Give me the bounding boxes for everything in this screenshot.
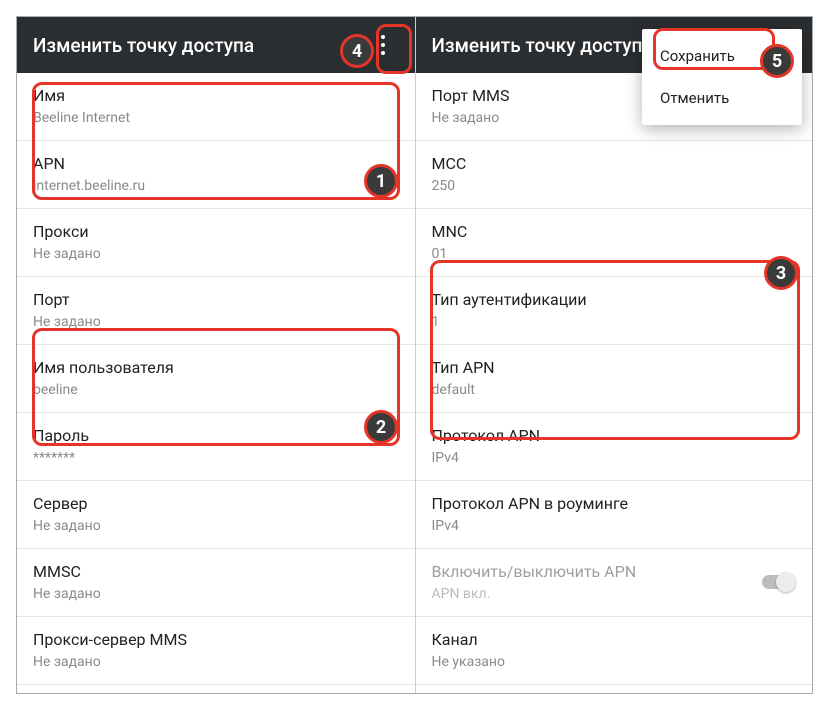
- settings-list-left: Имя Beeline Internet APN internet.beelin…: [17, 73, 415, 693]
- row-apn-roaming-protocol[interactable]: Протокол APN в роуминге IPv4: [416, 481, 813, 549]
- row-auth-type[interactable]: Тип аутентификации 1: [416, 277, 813, 345]
- row-channel[interactable]: Канал Не указано: [416, 617, 813, 685]
- row-username[interactable]: Имя пользователя beeline: [17, 345, 415, 413]
- row-mms-port[interactable]: Порт MMS Не задано: [17, 685, 415, 693]
- row-apn-type[interactable]: Тип APN default: [416, 345, 813, 413]
- callout-3-badge: 3: [764, 256, 798, 290]
- apn-enable-switch: [762, 575, 796, 589]
- callout-5-badge: 5: [760, 44, 794, 78]
- row-proxy[interactable]: Прокси Не задано: [17, 209, 415, 277]
- row-port[interactable]: Порт Не задано: [17, 277, 415, 345]
- row-mnc[interactable]: MNC 01: [416, 209, 813, 277]
- more-vert-icon: [381, 33, 385, 57]
- row-name[interactable]: Имя Beeline Internet: [17, 73, 415, 141]
- left-screen: Изменить точку доступа Имя Beeline Inter…: [17, 17, 415, 693]
- row-mmsc[interactable]: MMSC Не задано: [17, 549, 415, 617]
- row-mvno-type[interactable]: Тип MVNO Нет: [416, 685, 813, 693]
- row-server[interactable]: Сервер Не задано: [17, 481, 415, 549]
- callout-2-badge: 2: [364, 410, 398, 444]
- menu-cancel[interactable]: Отменить: [642, 77, 802, 119]
- row-mms-proxy[interactable]: Прокси-сервер MMS Не задано: [17, 617, 415, 685]
- right-screen: Изменить точку доступа Сохранить Отменит…: [415, 17, 813, 693]
- row-apn-enable: Включить/выключить APN APN вкл.: [416, 549, 813, 617]
- row-apn[interactable]: APN internet.beeline.ru: [17, 141, 415, 209]
- row-apn-protocol[interactable]: Протокол APN IPv4: [416, 413, 813, 481]
- callout-1-badge: 1: [364, 164, 398, 198]
- appbar-title: Изменить точку доступа: [33, 34, 367, 57]
- settings-list-right: Порт MMS Не задано MCC 250 MNC 01 Тип ау…: [416, 73, 813, 693]
- row-password[interactable]: Пароль *******: [17, 413, 415, 481]
- callout-4-badge: 4: [340, 34, 374, 68]
- row-mcc[interactable]: MCC 250: [416, 141, 813, 209]
